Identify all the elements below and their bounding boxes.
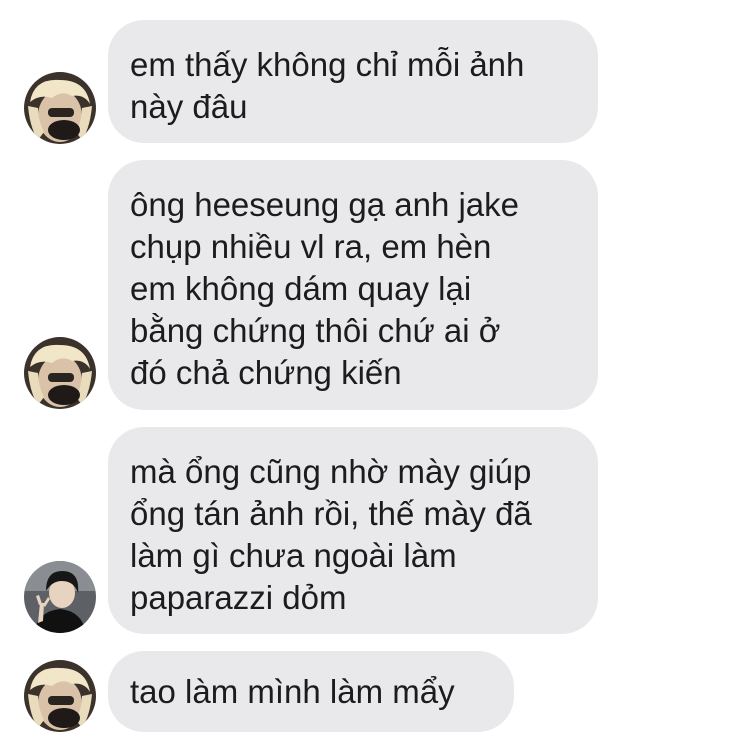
message-bubble[interactable]: em thấy không chỉ mỗi ảnh này đâu xyxy=(108,20,598,143)
message-text-line: đó chả chứng kiến xyxy=(130,354,402,391)
message-bubble[interactable]: ông heeseung gạ anh jake chụp nhiều vl r… xyxy=(108,160,598,410)
message-bubble[interactable]: tao làm mình làm mẩy xyxy=(108,651,514,732)
message-bubble[interactable]: mà ổng cũng nhờ mày giúp ổng tán ảnh rồi… xyxy=(108,427,598,634)
message-text-line: này đâu xyxy=(130,88,248,125)
message-text-line: ổng tán ảnh rồi, thế mày đã xyxy=(130,495,532,532)
message-text-line: làm gì chưa ngoài làm xyxy=(130,537,457,574)
avatar-dark-hair[interactable] xyxy=(24,561,96,633)
avatar-blonde[interactable] xyxy=(24,660,96,732)
message-text-line: ông heeseung gạ anh jake xyxy=(130,186,520,223)
message-text-line: bằng chứng thôi chứ ai ở xyxy=(130,312,501,349)
avatar-blonde[interactable] xyxy=(24,337,96,409)
message-text-line: em không dám quay lại xyxy=(130,270,472,307)
message-text-line: em thấy không chỉ mỗi ảnh xyxy=(130,46,525,83)
message-text-line: chụp nhiều vl ra, em hèn xyxy=(130,228,492,265)
message-text-line: paparazzi dỏm xyxy=(130,579,347,616)
message-text-line: mà ổng cũng nhờ mày giúp xyxy=(130,453,532,490)
avatar-blonde[interactable] xyxy=(24,72,96,144)
message-text-line: tao làm mình làm mẩy xyxy=(130,673,455,710)
